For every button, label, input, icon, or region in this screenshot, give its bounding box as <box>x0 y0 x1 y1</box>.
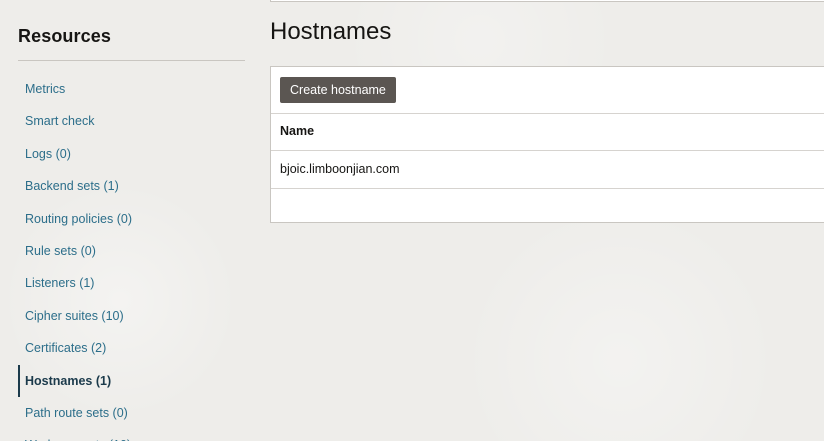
sidebar-item-backend-sets[interactable]: Backend sets (1) <box>18 170 245 202</box>
toolbar: Create hostname <box>271 67 824 114</box>
sidebar-item-rule-sets[interactable]: Rule sets (0) <box>18 235 245 267</box>
hostnames-panel: Create hostname Name bjoic.limboonjian.c… <box>270 66 824 223</box>
column-header-name[interactable]: Name <box>280 124 314 138</box>
sidebar-item-routing-policies[interactable]: Routing policies (0) <box>18 203 245 235</box>
page: Resources Metrics Smart check Logs (0) B… <box>0 0 824 441</box>
previous-panel-edge <box>270 0 824 2</box>
resources-sidebar: Resources Metrics Smart check Logs (0) B… <box>18 0 245 441</box>
sidebar-item-cipher-suites[interactable]: Cipher suites (10) <box>18 300 245 332</box>
sidebar-item-metrics[interactable]: Metrics <box>18 73 245 105</box>
sidebar-divider <box>18 60 245 61</box>
resources-nav: Metrics Smart check Logs (0) Backend set… <box>18 73 245 441</box>
sidebar-item-smart-check[interactable]: Smart check <box>18 105 245 137</box>
sidebar-item-logs[interactable]: Logs (0) <box>18 138 245 170</box>
sidebar-item-certificates[interactable]: Certificates (2) <box>18 332 245 364</box>
sidebar-item-listeners[interactable]: Listeners (1) <box>18 267 245 299</box>
table-header: Name <box>271 114 824 151</box>
table-row: bjoic.limboonjian.com <box>271 151 824 189</box>
page-title: Hostnames <box>270 18 392 45</box>
create-hostname-button[interactable]: Create hostname <box>280 77 396 103</box>
sidebar-title: Resources <box>18 26 111 46</box>
sidebar-item-hostnames[interactable]: Hostnames (1) <box>18 364 245 397</box>
sidebar-item-path-route-sets[interactable]: Path route sets (0) <box>18 397 245 429</box>
sidebar-item-work-requests[interactable]: Work requests (10) <box>18 429 245 441</box>
hostname-cell: bjoic.limboonjian.com <box>280 162 400 176</box>
